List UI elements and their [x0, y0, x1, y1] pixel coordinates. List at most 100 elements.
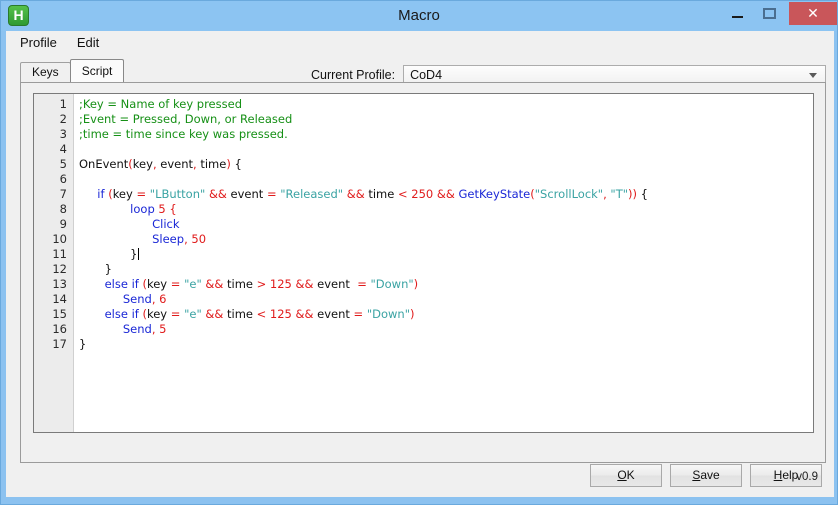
- line-number: 3: [59, 127, 67, 141]
- code-token: &&: [433, 187, 459, 201]
- code-token: time: [226, 277, 257, 291]
- code-token: &&: [291, 277, 318, 291]
- code-token: "ScrollLock": [534, 187, 604, 201]
- line-number: 17: [52, 337, 67, 351]
- window-title: Macro: [398, 7, 440, 24]
- code-token: &&: [343, 187, 369, 201]
- code-token: 6: [159, 292, 167, 306]
- code-token: key: [112, 187, 137, 201]
- line-number: 13: [52, 277, 67, 291]
- line-number: 12: [52, 262, 67, 276]
- code-token: 125: [269, 277, 292, 291]
- line-number: 11: [52, 247, 67, 261]
- code-line: Send, 5: [79, 322, 813, 337]
- code-token: "e": [184, 277, 202, 291]
- code-line: Send, 6: [79, 292, 813, 307]
- client-area: Profile Edit Keys Script Current Profile…: [6, 31, 834, 497]
- line-number: 1: [59, 97, 67, 111]
- line-number: 6: [59, 172, 67, 186]
- code-text-area[interactable]: ;Key = Name of key pressed ;Event = Press…: [74, 94, 813, 432]
- code-token: ;Key = Name of key pressed: [79, 97, 242, 111]
- code-token: "Down": [366, 307, 411, 321]
- version-label: v0.9: [796, 471, 818, 483]
- code-token: {: [230, 157, 242, 171]
- profile-selected-value: CoD4: [410, 68, 443, 82]
- code-token: Click: [79, 217, 180, 231]
- code-token: else if: [79, 307, 143, 321]
- code-token: =: [357, 277, 371, 291]
- code-token: ): [410, 307, 415, 321]
- code-line: else if (key = "e" && time > 125 && even…: [79, 277, 813, 292]
- code-line: loop 5 {: [79, 202, 813, 217]
- save-button[interactable]: Save: [670, 464, 742, 487]
- code-token: 5: [158, 202, 166, 216]
- code-token: =: [353, 307, 367, 321]
- code-token: ;time = time since key was pressed.: [79, 127, 288, 141]
- menu-item-edit[interactable]: Edit: [71, 33, 109, 52]
- code-token: loop: [79, 202, 159, 216]
- code-token: key: [146, 277, 171, 291]
- code-token: <: [256, 307, 270, 321]
- code-token: =: [170, 307, 185, 321]
- code-token: &&: [201, 277, 227, 291]
- code-token: event: [317, 307, 354, 321]
- code-token: >: [256, 277, 270, 291]
- code-line: if (key = "LButton" && event = "Released…: [79, 187, 813, 202]
- ok-button[interactable]: OK: [590, 464, 662, 487]
- code-token: Send: [79, 292, 152, 306]
- code-token: event: [156, 157, 194, 171]
- code-token: else if: [79, 277, 143, 291]
- code-token: "e": [184, 307, 202, 321]
- line-number-gutter: 1 2 3 4 5 6 7 8 9 10 11 12 13 14 15 16 17: [34, 94, 74, 432]
- line-number: 5: [59, 157, 67, 171]
- code-line: ;time = time since key was pressed.: [79, 127, 813, 142]
- code-token: {: [165, 202, 177, 216]
- code-token: ): [413, 277, 419, 291]
- code-token: event: [317, 277, 358, 291]
- menu-item-profile[interactable]: Profile: [14, 33, 67, 52]
- minimize-button[interactable]: [721, 2, 753, 25]
- code-line: }: [79, 247, 813, 262]
- code-line: else if (key = "e" && time < 125 && even…: [79, 307, 813, 322]
- code-line: }: [79, 337, 813, 352]
- code-token: =: [170, 277, 185, 291]
- line-number: 2: [59, 112, 67, 126]
- code-token: =: [266, 187, 281, 201]
- code-token: time: [226, 307, 257, 321]
- maximize-icon: [763, 8, 776, 19]
- code-token: ;Event = Pressed, Down, or Released: [79, 112, 293, 126]
- code-token: time: [368, 187, 398, 201]
- tab-keys[interactable]: Keys: [20, 62, 71, 82]
- code-token: key: [146, 307, 171, 321]
- code-token: 50: [191, 232, 207, 246]
- code-token: <: [397, 187, 412, 201]
- code-token: &&: [291, 307, 318, 321]
- code-line: Click: [79, 217, 813, 232]
- code-line: Sleep, 50: [79, 232, 813, 247]
- text-caret: [137, 248, 139, 260]
- maximize-button[interactable]: [753, 2, 785, 25]
- line-number: 14: [52, 292, 67, 306]
- code-token: =: [136, 187, 150, 201]
- script-editor[interactable]: 1 2 3 4 5 6 7 8 9 10 11 12 13 14 15 16 17 ;Key = Name of…: [33, 93, 814, 433]
- code-token: "Down": [370, 277, 414, 291]
- code-token: 250: [411, 187, 434, 201]
- line-number: 8: [59, 202, 67, 216]
- code-token: }: [79, 247, 138, 261]
- close-button[interactable]: ✕: [789, 2, 837, 25]
- code-token: "LButton": [149, 187, 206, 201]
- code-token: Sleep: [79, 232, 185, 246]
- code-line: }: [79, 262, 813, 277]
- line-number: 16: [52, 322, 67, 336]
- title-bar[interactable]: H Macro ✕: [1, 1, 837, 31]
- code-token: if: [79, 187, 109, 201]
- current-profile-label: Current Profile:: [311, 68, 396, 82]
- tab-strip: Keys Script: [20, 59, 125, 82]
- line-number: 9: [59, 217, 67, 231]
- code-token: )): [628, 187, 637, 201]
- chevron-down-icon: [809, 72, 817, 78]
- code-token: key: [132, 157, 153, 171]
- code-token: time: [196, 157, 227, 171]
- tab-script[interactable]: Script: [69, 59, 125, 82]
